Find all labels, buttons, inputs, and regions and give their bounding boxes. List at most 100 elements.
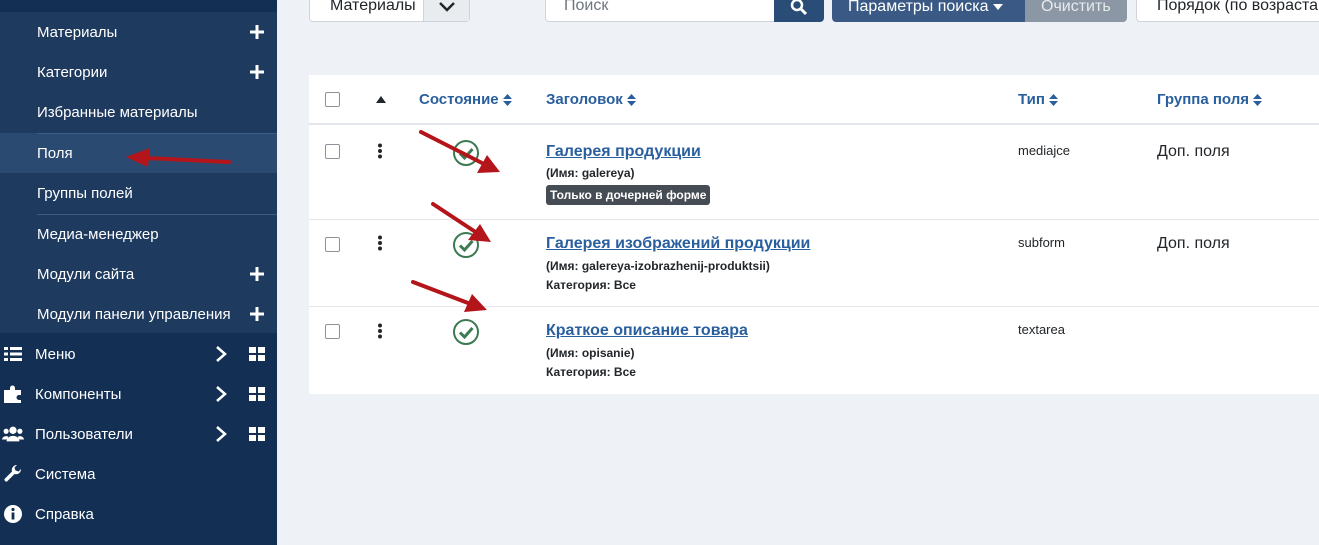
sidebar-item-articles[interactable]: Материалы: [0, 12, 277, 52]
sidebar-item-label: Модули сайта: [37, 265, 135, 283]
caret-down-icon: [993, 4, 1004, 10]
field-title-link[interactable]: Краткое описание товара: [546, 322, 748, 340]
field-group: Доп. поля: [1157, 143, 1230, 160]
sidebar-item-site-modules[interactable]: Модули сайта: [0, 254, 277, 294]
sidebar-item-label: Компоненты: [35, 385, 122, 403]
sidebar-item-label: Справка: [35, 505, 94, 523]
dashboard-grid-icon[interactable]: [249, 347, 265, 361]
search-input[interactable]: Поиск: [545, 0, 775, 22]
plus-icon[interactable]: [248, 23, 266, 41]
drag-handle-icon[interactable]: [377, 323, 383, 339]
drag-handle-icon[interactable]: [377, 143, 383, 159]
table-row: Галерея изображений продукции (Имя: gale…: [309, 220, 1319, 307]
published-check-icon[interactable]: [452, 139, 480, 167]
fields-table: Состояние Заголовок Тип Группа поля Гале…: [309, 75, 1319, 394]
sidebar-item-media[interactable]: Медиа-менеджер: [0, 214, 277, 254]
header-group-label: Группа поля: [1157, 91, 1249, 108]
sidebar: Материалы Категории Избранные материалы …: [0, 0, 277, 545]
wrench-icon: [2, 463, 24, 485]
search-placeholder: Поиск: [564, 0, 609, 14]
row-checkbox[interactable]: [325, 144, 340, 159]
divider: [37, 214, 277, 215]
header-group[interactable]: Группа поля: [1157, 91, 1262, 108]
sidebar-item-label: Пользователи: [35, 425, 133, 443]
field-type: subform: [1018, 235, 1065, 250]
field-alias: (Имя: galereya): [546, 166, 635, 180]
field-group: Доп. поля: [1157, 235, 1230, 252]
plus-icon[interactable]: [248, 305, 266, 323]
field-type: textarea: [1018, 322, 1065, 337]
ordering-select-value: Порядок (по возраста: [1157, 0, 1319, 14]
sidebar-item-label: Материалы: [37, 23, 118, 41]
users-icon: [2, 423, 24, 445]
chevron-right-icon[interactable]: [214, 426, 228, 442]
row-checkbox[interactable]: [325, 237, 340, 252]
sidebar-item-label: Избранные материалы: [37, 103, 198, 121]
dashboard-grid-icon[interactable]: [249, 387, 265, 401]
search-button[interactable]: [774, 0, 824, 22]
header-title-label: Заголовок: [546, 91, 623, 108]
sidebar-item-label: Модули панели управления: [37, 305, 231, 323]
search-icon: [790, 0, 808, 16]
sort-icon: [626, 93, 636, 106]
field-alias: (Имя: galereya-izobrazhenij-produktsii): [546, 259, 770, 273]
select-toggle[interactable]: [423, 0, 469, 21]
sidebar-item-system[interactable]: Система: [0, 454, 277, 494]
header-title[interactable]: Заголовок: [546, 91, 636, 108]
table-row: Краткое описание товара (Имя: opisanie) …: [309, 307, 1319, 394]
sidebar-item-help[interactable]: Справка: [0, 494, 277, 534]
header-state-label: Состояние: [419, 91, 499, 108]
sort-icon: [502, 93, 512, 106]
field-category: Категория: Все: [546, 278, 636, 292]
chevron-down-icon: [438, 2, 455, 12]
plus-icon[interactable]: [248, 63, 266, 81]
sidebar-item-categories[interactable]: Категории: [0, 52, 277, 92]
sidebar-item-label: Группы полей: [37, 184, 133, 202]
select-all-checkbox[interactable]: [325, 92, 340, 107]
sidebar-item-field-groups[interactable]: Группы полей: [0, 173, 277, 213]
table-header: Состояние Заголовок Тип Группа поля: [309, 75, 1319, 125]
sidebar-item-label: Система: [35, 465, 96, 483]
sidebar-item-featured[interactable]: Избранные материалы: [0, 92, 277, 132]
row-checkbox[interactable]: [325, 324, 340, 339]
field-title-link[interactable]: Галерея продукции: [546, 143, 701, 161]
ordering-sort-icon[interactable]: [376, 96, 386, 103]
chevron-right-icon[interactable]: [214, 346, 228, 362]
field-category: Категория: Все: [546, 365, 636, 379]
dashboard-grid-icon[interactable]: [249, 427, 265, 441]
sidebar-item-label: Меню: [35, 345, 76, 363]
sidebar-item-label: Поля: [37, 144, 73, 162]
list-icon: [2, 343, 24, 365]
sidebar-item-label: Медиа-менеджер: [37, 225, 159, 243]
puzzle-icon: [2, 383, 24, 405]
drag-handle-icon[interactable]: [377, 235, 383, 251]
sidebar-item-label: Категории: [37, 63, 108, 81]
sort-icon: [1048, 93, 1058, 106]
sidebar-item-admin-modules[interactable]: Модули панели управления: [0, 294, 277, 334]
subform-only-badge: Только в дочерней форме: [546, 185, 711, 205]
published-check-icon[interactable]: [452, 318, 480, 346]
search-options-button[interactable]: Параметры поиска: [832, 0, 1025, 22]
clear-label: Очистить: [1041, 0, 1111, 15]
field-alias: (Имя: opisanie): [546, 346, 635, 360]
sidebar-item-fields[interactable]: Поля: [0, 133, 277, 173]
header-type[interactable]: Тип: [1018, 91, 1058, 108]
ordering-select[interactable]: Порядок (по возраста: [1136, 0, 1319, 22]
sidebar-top-strip: [0, 0, 277, 12]
sort-icon: [1253, 93, 1262, 106]
plus-icon[interactable]: [248, 265, 266, 283]
published-check-icon[interactable]: [452, 231, 480, 259]
header-state[interactable]: Состояние: [419, 91, 512, 108]
chevron-right-icon[interactable]: [214, 386, 228, 402]
sidebar-item-components[interactable]: Компоненты: [0, 374, 277, 414]
divider: [37, 133, 277, 134]
clear-button[interactable]: Очистить: [1025, 0, 1127, 22]
sidebar-item-menus[interactable]: Меню: [0, 334, 277, 374]
field-type: mediajce: [1018, 143, 1071, 158]
field-title-link[interactable]: Галерея изображений продукции: [546, 235, 810, 253]
context-select-value: Материалы: [330, 0, 416, 14]
sidebar-item-users[interactable]: Пользователи: [0, 414, 277, 454]
info-icon: [2, 503, 24, 525]
table-row: Галерея продукции (Имя: galereya) Только…: [309, 127, 1319, 220]
context-select[interactable]: Материалы: [309, 0, 470, 22]
